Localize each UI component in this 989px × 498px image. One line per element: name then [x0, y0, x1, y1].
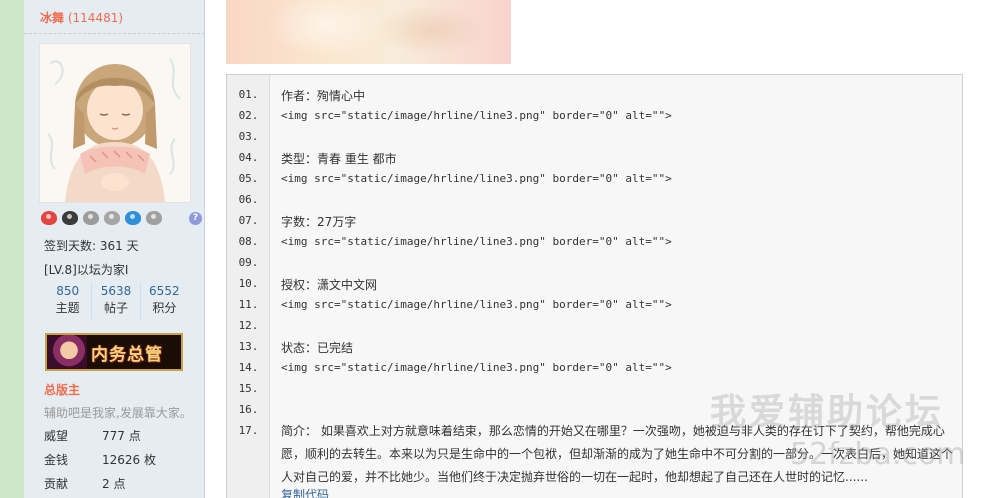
user-sidebar: 冰舞 (114481) ? 签到天数: 361 天 [LV.8]以坛为家I 85…: [24, 0, 205, 498]
user-motto: 辅助吧是我家,发展靠大家。: [44, 406, 192, 420]
stat-points[interactable]: 6552 积分: [141, 283, 188, 319]
code-line: 授权：潇文中文网: [281, 278, 378, 292]
medal-help-icon[interactable]: ?: [189, 212, 202, 225]
user-level[interactable]: [LV.8]以坛为家I: [44, 261, 128, 278]
image-detail: [376, 5, 486, 55]
post-cover-image[interactable]: [226, 0, 511, 64]
medal-blue-icon[interactable]: [125, 211, 141, 225]
line-number: 10.: [238, 277, 259, 290]
medal-black-icon[interactable]: [62, 211, 78, 225]
line-number: 02.: [238, 109, 259, 122]
username-line: 冰舞 (114481): [40, 9, 123, 26]
profile-row: 贡献 2 点: [44, 472, 194, 496]
medal-diamond-icon[interactable]: [104, 211, 120, 225]
stat-label: 积分: [152, 301, 177, 315]
line-number: 01.: [238, 88, 259, 101]
line-number: 16.: [238, 403, 259, 416]
profile-fields: 威望 777 点 金钱 12626 枚 贡献 2 点: [44, 424, 194, 496]
line-number: 14.: [238, 361, 259, 374]
watermark-url: 52fzba.com: [790, 437, 966, 472]
code-line: <img src="static/image/hrline/line3.png"…: [281, 109, 672, 122]
profile-value: 12626 枚: [102, 453, 156, 467]
line-number: 09.: [238, 256, 259, 269]
sign-in-days: 签到天数: 361 天: [44, 239, 139, 253]
stat-posts[interactable]: 5638 帖子: [92, 283, 141, 319]
stat-value[interactable]: 5638: [92, 283, 139, 299]
copy-code-link[interactable]: 复制代码: [281, 486, 329, 498]
code-line: <img src="static/image/hrline/line3.png"…: [281, 298, 672, 311]
line-number: 04.: [238, 151, 259, 164]
stat-threads[interactable]: 850 主题: [44, 283, 93, 319]
profile-key: 金钱: [44, 453, 69, 467]
divider: [24, 33, 205, 34]
line-number: 08.: [238, 235, 259, 248]
profile-key: 威望: [44, 429, 69, 443]
profile-row: 金钱 12626 枚: [44, 448, 194, 472]
profile-key: 贡献: [44, 477, 69, 491]
watermark-title: 我爱辅助论坛: [710, 392, 945, 433]
code-line: <img src="static/image/hrline/line3.png"…: [281, 361, 672, 374]
user-rank[interactable]: 总版主: [44, 381, 80, 398]
user-stats: 850 主题 5638 帖子 6552 积分: [44, 283, 188, 319]
avatar-image: [40, 44, 190, 202]
medal-diamond-icon[interactable]: [83, 211, 99, 225]
stat-value[interactable]: 6552: [141, 283, 188, 299]
line-number: 11.: [238, 298, 259, 311]
code-line: 状态：已完结: [281, 341, 354, 355]
code-line: <img src="static/image/hrline/line3.png"…: [281, 172, 672, 185]
avatar[interactable]: [39, 43, 191, 203]
username-link[interactable]: 冰舞: [40, 11, 64, 25]
profile-row: 威望 777 点: [44, 424, 194, 448]
profile-value: 777 点: [102, 429, 141, 443]
line-number: 15.: [238, 382, 259, 395]
stat-label: 帖子: [103, 301, 128, 315]
stat-label: 主题: [55, 301, 80, 315]
code-line: 类型：青春 重生 都市: [281, 152, 397, 166]
medal-diamond-icon[interactable]: [146, 211, 162, 225]
line-number-gutter: 01. 02. 03. 04. 05. 06. 07. 08. 09. 10. …: [227, 75, 270, 498]
line-number: 03.: [238, 130, 259, 143]
line-number: 13.: [238, 340, 259, 353]
line-number: 06.: [238, 193, 259, 206]
stat-value[interactable]: 850: [44, 283, 91, 299]
line-number: 07.: [238, 214, 259, 227]
profile-value: 2 点: [102, 477, 126, 491]
line-number: 17.: [238, 424, 259, 437]
user-id: (114481): [67, 11, 124, 25]
group-badge-text: 内务总管: [91, 345, 163, 365]
line-number: 05.: [238, 172, 259, 185]
group-badge-image: 内务总管: [45, 333, 183, 371]
code-line: 作者：殉情心中: [281, 89, 366, 103]
line-number: 12.: [238, 319, 259, 332]
image-detail: [266, 0, 386, 60]
badge-portrait-icon: [47, 335, 87, 369]
code-line: <img src="static/image/hrline/line3.png"…: [281, 235, 672, 248]
medal-red-icon[interactable]: [41, 211, 57, 225]
code-line: 字数：27万字: [281, 215, 357, 229]
